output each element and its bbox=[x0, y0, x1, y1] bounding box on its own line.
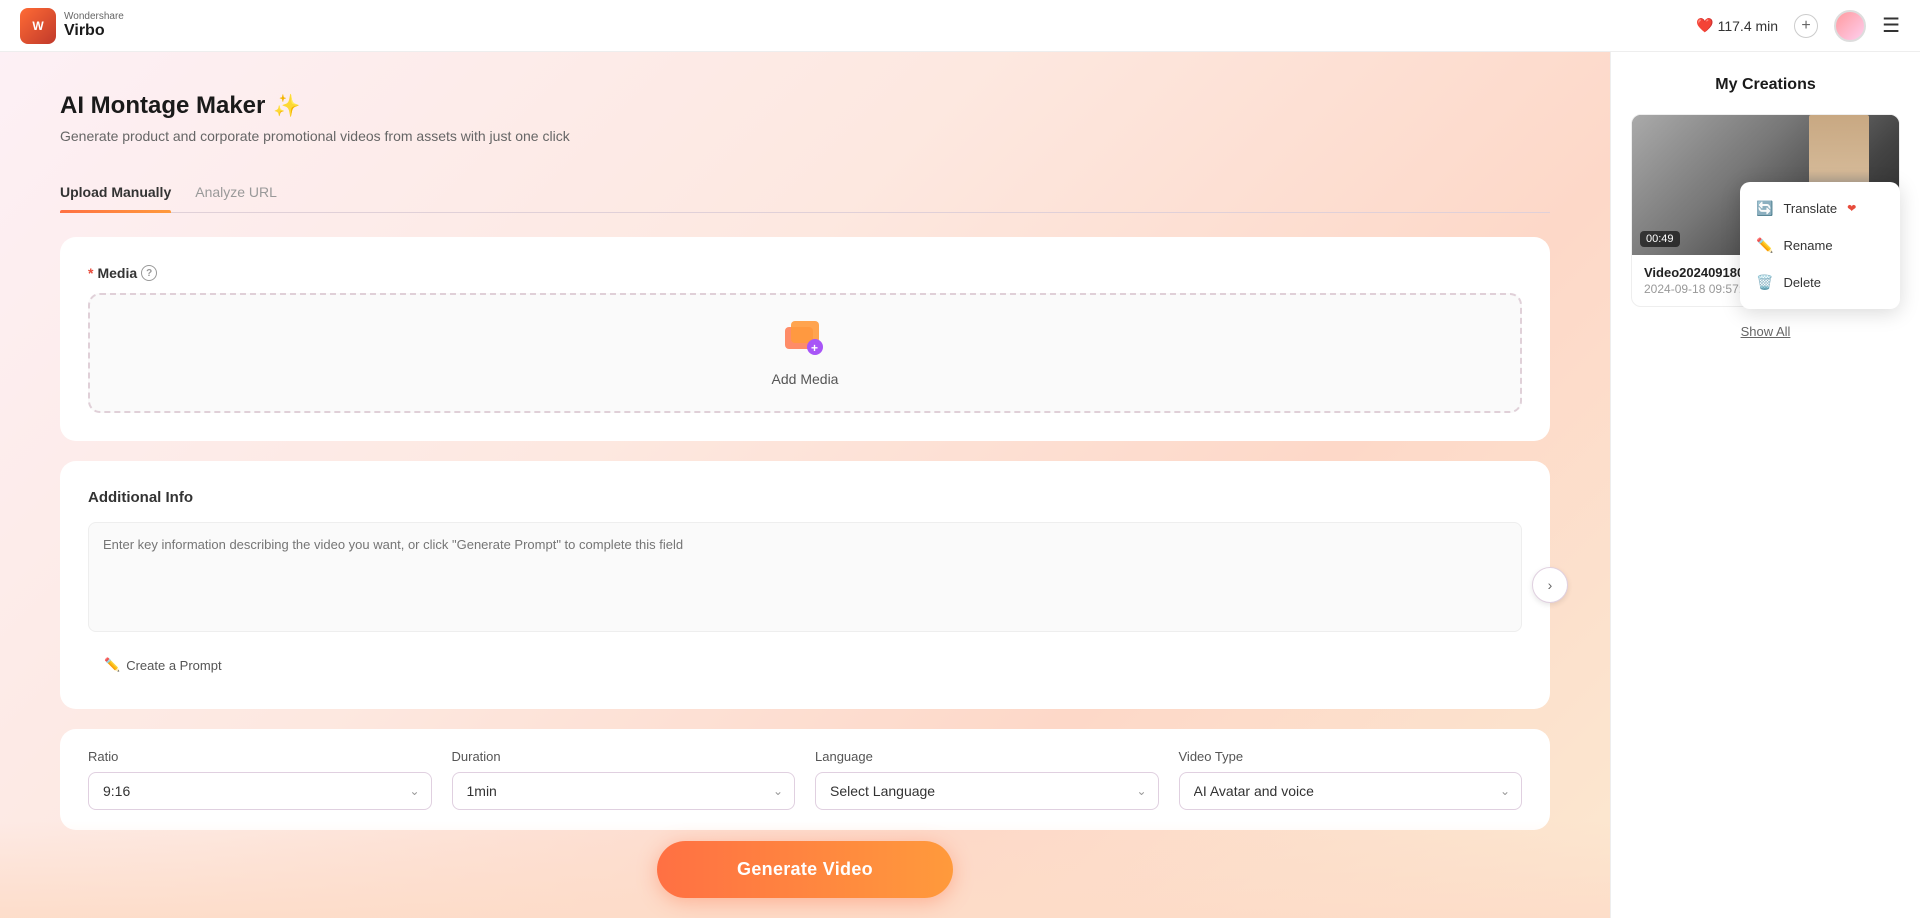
media-label-text: Media bbox=[97, 265, 137, 281]
right-panel: My Creations 00:49 Video20240918095532 2… bbox=[1610, 52, 1920, 918]
left-panel: AI Montage Maker ✨ Generate product and … bbox=[0, 52, 1610, 918]
rename-icon: ✏️ bbox=[1756, 237, 1773, 254]
avatar[interactable] bbox=[1834, 10, 1866, 42]
duration-label: Duration bbox=[452, 749, 796, 764]
video-type-select-wrapper: AI Avatar and voice Music only No audio bbox=[1179, 772, 1523, 810]
media-upload-icon: + bbox=[785, 319, 825, 363]
video-type-group: Video Type AI Avatar and voice Music onl… bbox=[1179, 749, 1523, 810]
topnav-right: ❤️ 117.4 min + ☰ bbox=[1696, 10, 1900, 42]
main-layout: AI Montage Maker ✨ Generate product and … bbox=[0, 52, 1920, 918]
logo-product: Virbo bbox=[64, 22, 124, 40]
logo-icon: W bbox=[20, 8, 56, 44]
heart-icon: ❤️ bbox=[1696, 17, 1713, 34]
ratio-label: Ratio bbox=[88, 749, 432, 764]
menu-item-rename-label: Rename bbox=[1783, 238, 1832, 253]
add-credits-button[interactable]: + bbox=[1794, 14, 1818, 38]
additional-info-title: Additional Info bbox=[88, 489, 1522, 506]
media-card: * Media ? + Add Media bbox=[60, 237, 1550, 441]
video-type-label: Video Type bbox=[1179, 749, 1523, 764]
ratio-group: Ratio 9:16 16:9 1:1 4:3 bbox=[88, 749, 432, 810]
generate-video-button[interactable]: Generate Video bbox=[657, 841, 953, 898]
page-subtitle: Generate product and corporate promotion… bbox=[60, 128, 1550, 144]
credits-value: 117.4 min bbox=[1718, 18, 1778, 34]
media-dropzone[interactable]: + Add Media bbox=[88, 293, 1522, 413]
add-media-label: Add Media bbox=[772, 371, 839, 387]
language-select[interactable]: Select Language English Chinese Spanish bbox=[815, 772, 1159, 810]
translate-icon: 🔄 bbox=[1756, 200, 1773, 217]
show-all-area: Show All bbox=[1631, 323, 1900, 341]
menu-item-delete-label: Delete bbox=[1783, 275, 1821, 290]
page-title: AI Montage Maker ✨ bbox=[60, 92, 1550, 120]
credits-display: ❤️ 117.4 min bbox=[1696, 17, 1778, 34]
media-info-icon[interactable]: ? bbox=[141, 265, 157, 281]
tab-upload-manually[interactable]: Upload Manually bbox=[60, 176, 171, 212]
logo-text: Wondershare Virbo bbox=[64, 11, 124, 40]
svg-text:+: + bbox=[811, 341, 818, 355]
menu-item-delete[interactable]: 🗑️ Delete bbox=[1740, 264, 1900, 301]
language-select-wrapper: Select Language English Chinese Spanish bbox=[815, 772, 1159, 810]
generate-btn-wrap: Generate Video bbox=[0, 821, 1610, 918]
logo-brand: Wondershare bbox=[64, 11, 124, 22]
tab-bar: Upload Manually Analyze URL bbox=[60, 176, 1550, 213]
show-all-link[interactable]: Show All bbox=[1741, 324, 1791, 339]
language-label: Language bbox=[815, 749, 1159, 764]
controls-card: Ratio 9:16 16:9 1:1 4:3 Duration bbox=[60, 729, 1550, 830]
controls-row: Ratio 9:16 16:9 1:1 4:3 Duration bbox=[88, 749, 1522, 810]
prompt-textarea[interactable] bbox=[88, 522, 1522, 632]
video-duration-badge: 00:49 bbox=[1640, 231, 1680, 247]
menu-item-translate-label: Translate bbox=[1783, 201, 1837, 216]
create-prompt-icon: ✏️ bbox=[104, 657, 120, 673]
delete-icon: 🗑️ bbox=[1756, 274, 1773, 291]
create-prompt-button[interactable]: ✏️ Create a Prompt bbox=[88, 649, 238, 681]
page-title-text: AI Montage Maker bbox=[60, 92, 265, 120]
create-prompt-label: Create a Prompt bbox=[126, 658, 221, 673]
tab-analyze-url[interactable]: Analyze URL bbox=[195, 176, 277, 212]
media-label: * Media ? bbox=[88, 265, 1522, 281]
additional-info-card: Additional Info › ✏️ Create a Prompt bbox=[60, 461, 1550, 709]
hamburger-menu-button[interactable]: ☰ bbox=[1882, 13, 1900, 38]
menu-item-translate[interactable]: 🔄 Translate ❤ bbox=[1740, 190, 1900, 227]
context-menu: 🔄 Translate ❤ ✏️ Rename 🗑️ Delete bbox=[1740, 182, 1900, 309]
ratio-select[interactable]: 9:16 16:9 1:1 4:3 bbox=[88, 772, 432, 810]
duration-select[interactable]: 1min 2min 3min bbox=[452, 772, 796, 810]
my-creations-title: My Creations bbox=[1631, 76, 1900, 94]
magic-icon: ✨ bbox=[273, 93, 300, 119]
menu-item-rename[interactable]: ✏️ Rename bbox=[1740, 227, 1900, 264]
language-group: Language Select Language English Chinese… bbox=[815, 749, 1159, 810]
required-marker: * bbox=[88, 265, 93, 281]
ratio-select-wrapper: 9:16 16:9 1:1 4:3 bbox=[88, 772, 432, 810]
duration-select-wrapper: 1min 2min 3min bbox=[452, 772, 796, 810]
duration-group: Duration 1min 2min 3min bbox=[452, 749, 796, 810]
collapse-button[interactable]: › bbox=[1532, 567, 1568, 603]
translate-heart-icon: ❤ bbox=[1847, 202, 1856, 215]
topnav: W Wondershare Virbo ❤️ 117.4 min + ☰ bbox=[0, 0, 1920, 52]
logo-area: W Wondershare Virbo bbox=[20, 8, 124, 44]
video-type-select[interactable]: AI Avatar and voice Music only No audio bbox=[1179, 772, 1523, 810]
